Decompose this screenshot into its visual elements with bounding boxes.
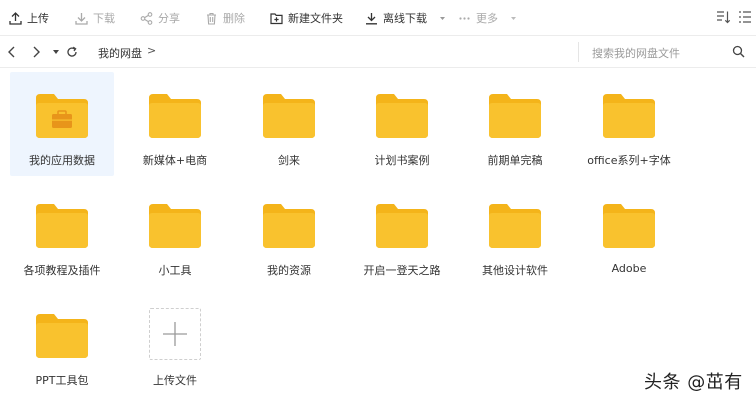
download-button[interactable]: 下载 (75, 9, 115, 27)
plus-icon (163, 322, 187, 346)
item-label: 上传文件 (153, 374, 197, 387)
folder-icon (603, 204, 655, 248)
folder-icon (376, 94, 428, 138)
sort-button[interactable] (716, 10, 731, 27)
upload-icon (9, 11, 22, 25)
toolbar: 上传 下载 分享 删除 新建文件夹 离线下载 更多 (0, 0, 756, 36)
chevron-left-icon (8, 46, 15, 58)
folder-icon (36, 204, 88, 248)
folder-icon (603, 94, 655, 138)
refresh-icon (67, 46, 77, 57)
folder-item[interactable]: 我的资源 (237, 182, 341, 286)
chevron-right-icon (33, 46, 40, 58)
item-label: 前期单完稿 (487, 154, 543, 167)
history-dropdown-button[interactable] (48, 44, 64, 60)
item-label: Adobe (611, 262, 647, 275)
item-label: 我的应用数据 (29, 154, 95, 167)
folder-item[interactable]: 剑来 (237, 72, 341, 176)
upload-button[interactable]: 上传 (9, 9, 49, 27)
item-label: 开启一登天之路 (363, 264, 441, 277)
item-label: 我的资源 (267, 264, 311, 277)
breadcrumb-root[interactable]: 我的网盘 (98, 45, 142, 61)
search-field[interactable]: 搜索我的网盘文件 (578, 42, 750, 62)
download-label: 下载 (93, 12, 115, 25)
item-label: 小工具 (158, 264, 192, 277)
list-view-icon (739, 11, 751, 23)
share-label: 分享 (158, 12, 180, 25)
caret-down-icon (511, 16, 516, 20)
new-folder-label: 新建文件夹 (288, 12, 343, 25)
folder-item[interactable]: Adobe (577, 182, 681, 286)
upload-dropzone[interactable] (149, 308, 201, 360)
new-folder-button[interactable]: 新建文件夹 (270, 9, 343, 27)
new-folder-icon (270, 12, 283, 24)
item-label: office系列+字体 (587, 154, 671, 167)
folder-item[interactable]: 计划书案例 (350, 72, 454, 176)
folder-icon (36, 314, 88, 358)
file-grid: 我的应用数据 新媒体+电商 剑来 计划书案例 前期单完稿 office系列+字体… (0, 68, 756, 402)
folder-item[interactable]: 小工具 (123, 182, 227, 286)
app-folder-icon (36, 94, 88, 138)
refresh-button[interactable] (64, 44, 80, 60)
item-label: 各项教程及插件 (23, 264, 101, 277)
offline-download-label: 离线下载 (383, 12, 427, 25)
search-icon[interactable] (732, 45, 745, 58)
item-label: PPT工具包 (35, 374, 89, 387)
caret-down-icon (53, 50, 59, 54)
folder-icon (149, 94, 201, 138)
folder-item[interactable]: 各项教程及插件 (10, 182, 114, 286)
item-label: 新媒体+电商 (142, 154, 208, 167)
item-label: 其他设计软件 (482, 264, 548, 277)
folder-icon (376, 204, 428, 248)
share-button[interactable]: 分享 (140, 9, 180, 27)
folder-item[interactable]: office系列+字体 (577, 72, 681, 176)
folder-item[interactable]: PPT工具包 (10, 292, 114, 396)
more-button[interactable]: 更多 (458, 9, 518, 27)
folder-item[interactable]: 开启一登天之路 (350, 182, 454, 286)
more-dots-icon (459, 16, 470, 20)
item-label: 剑来 (278, 154, 300, 167)
upload-label: 上传 (27, 12, 49, 25)
navigation-bar: 我的网盘 > 搜索我的网盘文件 (0, 36, 756, 68)
search-placeholder: 搜索我的网盘文件 (592, 47, 680, 60)
upload-file-tile[interactable]: 上传文件 (123, 292, 227, 396)
folder-item[interactable]: 其他设计软件 (463, 182, 567, 286)
forward-button[interactable] (28, 44, 44, 60)
trash-icon (207, 12, 216, 25)
download-icon (75, 12, 88, 25)
folder-icon (489, 204, 541, 248)
back-button[interactable] (4, 44, 20, 60)
folder-icon (263, 94, 315, 138)
folder-icon (489, 94, 541, 138)
watermark: 头条 @茁有 (644, 372, 743, 393)
sort-icon (717, 11, 731, 24)
folder-icon (149, 204, 201, 248)
folder-item[interactable]: 新媒体+电商 (123, 72, 227, 176)
folder-item[interactable]: 前期单完稿 (463, 72, 567, 176)
breadcrumb-separator: > (147, 44, 157, 57)
folder-item[interactable]: 我的应用数据 (10, 72, 114, 176)
list-view-button[interactable] (738, 10, 752, 27)
more-label: 更多 (476, 12, 498, 25)
delete-label: 删除 (223, 12, 245, 25)
share-icon (140, 11, 153, 25)
offline-download-button[interactable]: 离线下载 (365, 9, 447, 27)
folder-icon (263, 204, 315, 248)
caret-down-icon (440, 16, 445, 20)
delete-button[interactable]: 删除 (205, 9, 245, 27)
item-label: 计划书案例 (374, 154, 430, 167)
offline-download-icon (366, 12, 377, 24)
